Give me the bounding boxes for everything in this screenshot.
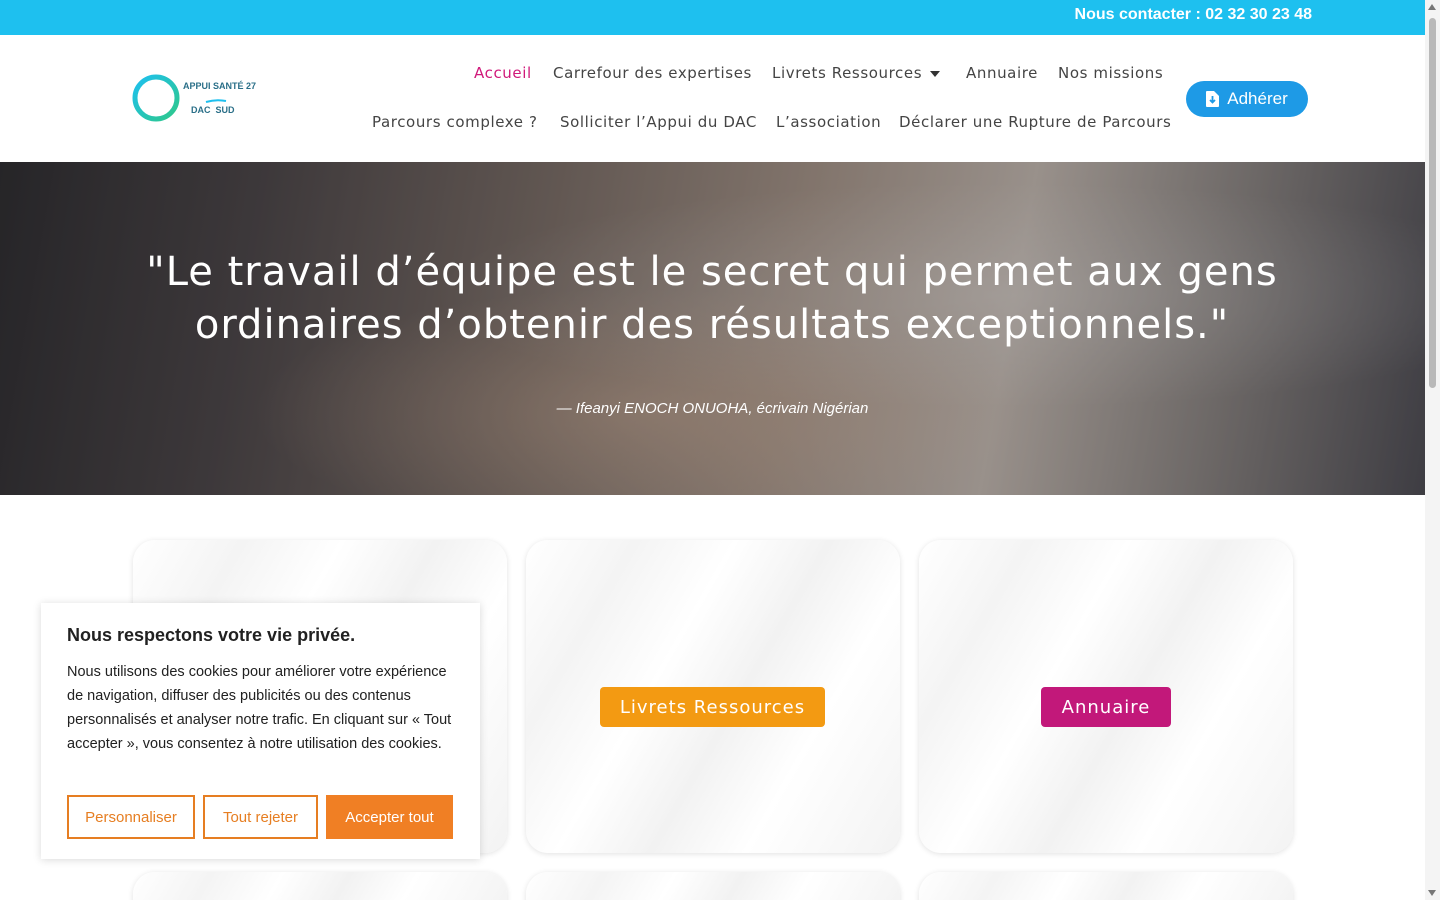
site-header: APPUI SANTÉ 27 DAC SUD Accueil Carrefour… bbox=[0, 35, 1425, 162]
nav-item-annuaire[interactable]: Annuaire bbox=[966, 64, 1038, 82]
card-5 bbox=[526, 872, 900, 900]
card-6 bbox=[919, 872, 1293, 900]
nav-item-rupture[interactable]: Déclarer une Rupture de Parcours bbox=[899, 113, 1171, 131]
cookie-consent-banner: Nous respectons votre vie privée. Nous u… bbox=[41, 603, 480, 859]
livrets-ressources-button[interactable]: Livrets Ressources bbox=[600, 687, 825, 727]
scroll-down-icon[interactable] bbox=[1428, 890, 1436, 896]
card-livrets: Livrets Ressources bbox=[526, 540, 900, 853]
site-logo[interactable]: APPUI SANTÉ 27 DAC SUD bbox=[130, 71, 265, 127]
hero-banner: "Le travail d’équipe est le secret qui p… bbox=[0, 162, 1425, 495]
file-download-icon bbox=[1206, 91, 1220, 107]
adherer-label: Adhérer bbox=[1227, 89, 1288, 108]
cookie-title: Nous respectons votre vie privée. bbox=[67, 625, 356, 645]
logo-text-top: APPUI SANTÉ 27 bbox=[183, 81, 257, 91]
logo-text-bottom: DAC SUD bbox=[191, 105, 235, 115]
nav-item-solliciter[interactable]: Solliciter l’Appui du DAC bbox=[560, 113, 757, 131]
card-4 bbox=[133, 872, 507, 900]
customize-button[interactable]: Personnaliser bbox=[67, 795, 195, 839]
nav-item-association[interactable]: L’association bbox=[776, 113, 881, 131]
top-contact-bar: Nous contacter : 02 32 30 23 48 bbox=[0, 0, 1425, 35]
accept-all-button[interactable]: Accepter tout bbox=[326, 795, 453, 839]
nav-item-livrets-label: Livrets Ressources bbox=[772, 64, 923, 82]
reject-all-button[interactable]: Tout rejeter bbox=[203, 795, 318, 839]
hero-quote-author: — Ifeanyi ENOCH ONUOHA, écrivain Nigéria… bbox=[556, 400, 869, 417]
page-scrollbar[interactable] bbox=[1425, 0, 1440, 900]
hero-quote: "Le travail d’équipe est le secret qui p… bbox=[146, 249, 1278, 348]
nav-item-carrefour[interactable]: Carrefour des expertises bbox=[553, 64, 752, 82]
cookie-text: Nous utilisons des cookies pour améliore… bbox=[67, 664, 452, 752]
card-annuaire: Annuaire bbox=[919, 540, 1293, 853]
scrollbar-thumb[interactable] bbox=[1429, 18, 1436, 388]
nav-item-livrets[interactable]: Livrets Ressources bbox=[772, 64, 941, 82]
nav-item-accueil[interactable]: Accueil bbox=[474, 64, 532, 82]
adherer-button[interactable]: Adhérer bbox=[1186, 81, 1308, 117]
nav-item-missions[interactable]: Nos missions bbox=[1058, 64, 1163, 82]
contact-phone-link[interactable]: Nous contacter : 02 32 30 23 48 bbox=[1075, 6, 1312, 24]
annuaire-button[interactable]: Annuaire bbox=[1041, 687, 1171, 727]
scroll-up-icon[interactable] bbox=[1428, 4, 1436, 10]
nav-item-parcours[interactable]: Parcours complexe ? bbox=[372, 113, 538, 131]
chevron-down-icon bbox=[930, 70, 941, 77]
ring-logo-icon bbox=[132, 74, 227, 122]
